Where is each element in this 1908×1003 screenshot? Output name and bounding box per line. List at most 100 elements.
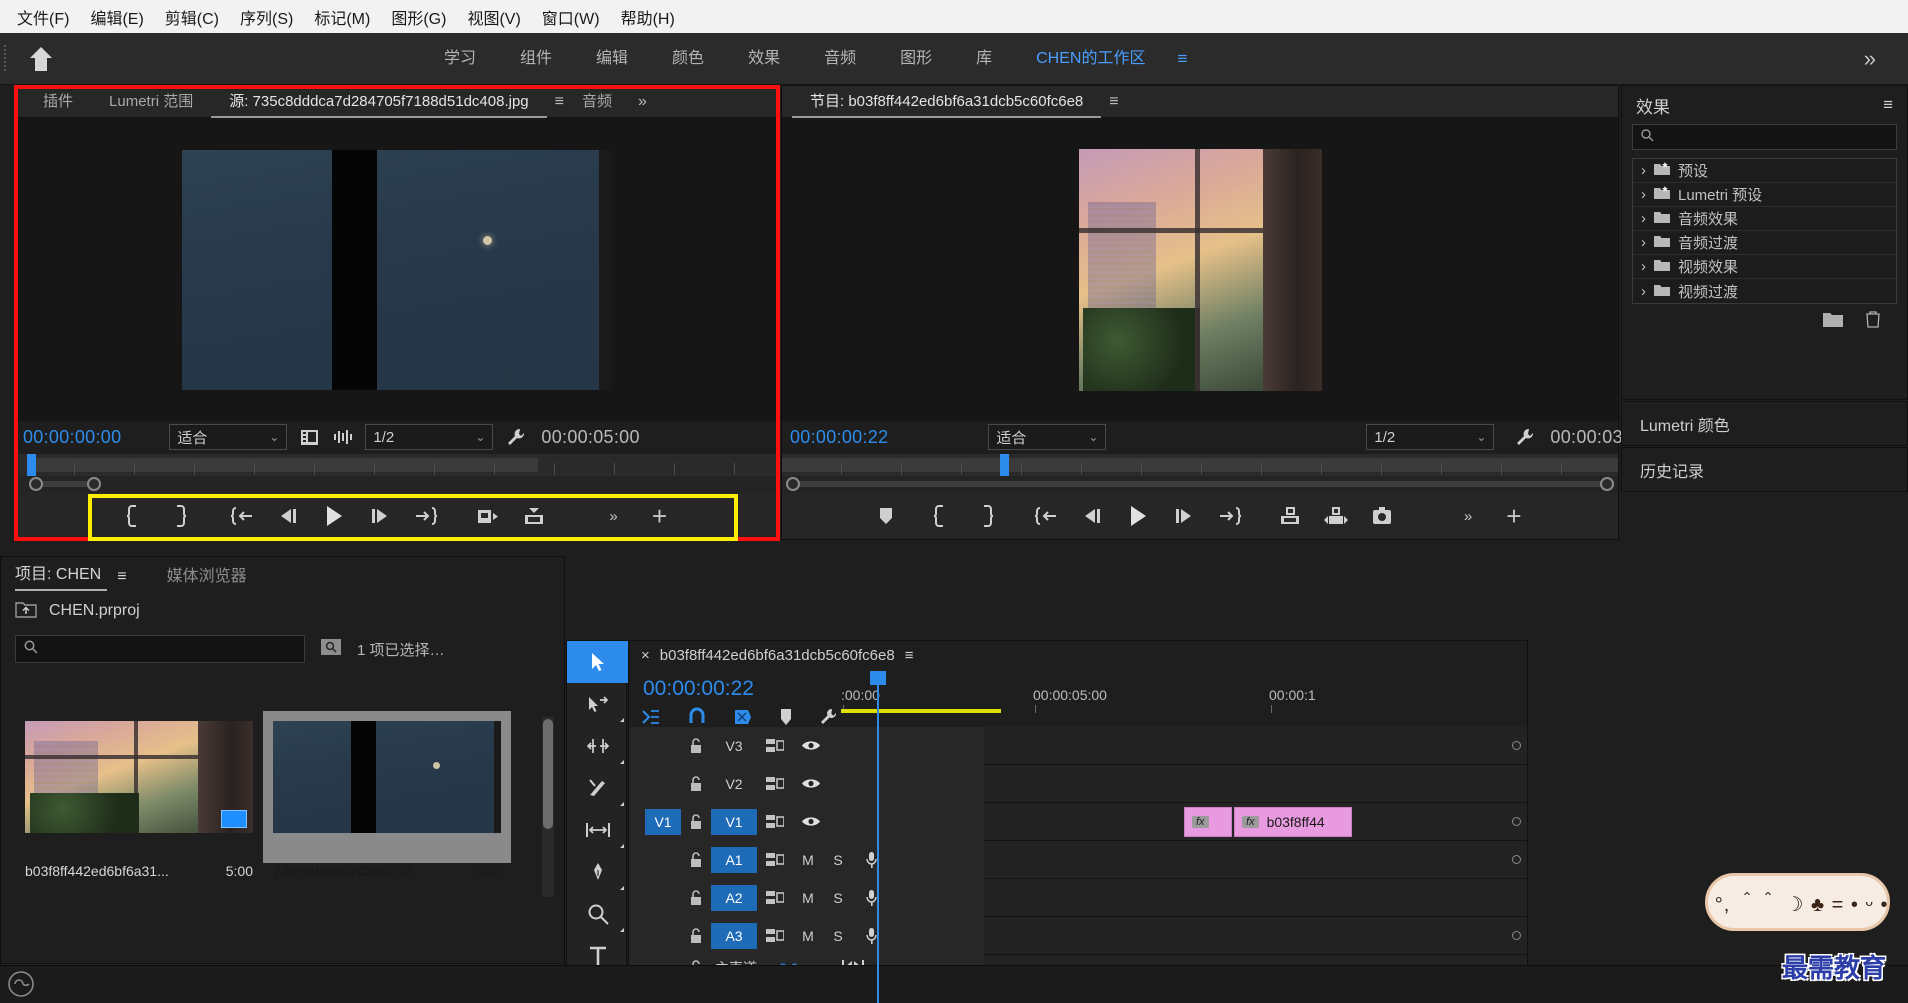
- track-content-v3[interactable]: [984, 727, 1527, 764]
- program-zoom-select[interactable]: 适合 ⌄: [988, 424, 1107, 450]
- chevron-right-icon[interactable]: ›: [1641, 283, 1646, 300]
- timeline-work-area-bar[interactable]: [841, 709, 1001, 713]
- eye-icon[interactable]: [793, 815, 829, 828]
- parent-folder-icon[interactable]: [15, 600, 37, 623]
- program-range-bar[interactable]: [782, 476, 1618, 493]
- eye-icon[interactable]: [793, 777, 829, 790]
- export-frame-icon[interactable]: [1370, 504, 1394, 528]
- menu-item-edit[interactable]: 编辑(E): [81, 2, 152, 32]
- timeline-current-time[interactable]: 00:00:00:22: [643, 677, 754, 701]
- timeline-sequence-name[interactable]: b03f8ff442ed6bf6a31dcb5c60fc6e8: [660, 647, 895, 664]
- playhead-handle[interactable]: [870, 671, 886, 685]
- step-back-icon[interactable]: [1080, 504, 1104, 528]
- mark-in-icon[interactable]: [928, 504, 952, 528]
- workspace-tab-color[interactable]: 颜色: [650, 33, 726, 85]
- program-resolution-select[interactable]: 1/2 ⌄: [1366, 424, 1495, 450]
- project-panel-menu-icon[interactable]: ≡: [107, 568, 132, 591]
- project-search-field[interactable]: [15, 635, 305, 663]
- track-name-a1[interactable]: A1: [711, 846, 757, 873]
- source-tabs-overflow-icon[interactable]: »: [638, 93, 647, 111]
- workspace-tab-graphics[interactable]: 图形: [878, 33, 954, 85]
- transport-add-button-icon[interactable]: +: [1502, 501, 1526, 531]
- workspace-tab-custom[interactable]: CHEN的工作区: [1014, 33, 1167, 85]
- menu-item-help[interactable]: 帮助(H): [612, 2, 684, 32]
- close-icon[interactable]: ×: [641, 647, 650, 664]
- chevron-right-icon[interactable]: ›: [1641, 162, 1646, 179]
- step-forward-icon[interactable]: [1172, 504, 1196, 528]
- effects-item-video-transitions[interactable]: › 视频过渡: [1633, 279, 1896, 303]
- timeline-ruler[interactable]: :00:00 00:00:05:00 00:00:1: [841, 677, 1487, 713]
- transport-add-button-icon[interactable]: +: [648, 501, 672, 531]
- ripple-edit-tool[interactable]: [567, 725, 628, 767]
- lumetri-color-panel[interactable]: Lumetri 颜色: [1621, 401, 1908, 446]
- filmstrip-icon[interactable]: [297, 425, 321, 449]
- settings-wrench-icon[interactable]: [503, 425, 527, 449]
- project-scrollbar[interactable]: [542, 717, 554, 897]
- delete-icon[interactable]: [1865, 310, 1881, 332]
- eye-icon[interactable]: [793, 739, 829, 752]
- program-scrubber[interactable]: [782, 454, 1618, 476]
- track-content-v1[interactable]: fx fx b03f8ff44: [984, 803, 1527, 840]
- track-handle[interactable]: [1512, 931, 1521, 940]
- settings-wrench-icon[interactable]: [1514, 425, 1534, 449]
- mic-icon[interactable]: [853, 889, 889, 907]
- menu-item-marker[interactable]: 标记(M): [305, 2, 379, 32]
- effects-menu-icon[interactable]: ≡: [1883, 95, 1893, 115]
- timeline-menu-icon[interactable]: ≡: [905, 647, 914, 664]
- new-folder-icon[interactable]: [1823, 311, 1843, 331]
- timeline-playhead[interactable]: [870, 671, 886, 1003]
- solo-button-a3[interactable]: S: [823, 928, 853, 944]
- lock-icon[interactable]: [681, 813, 711, 830]
- menu-item-clip[interactable]: 剪辑(C): [156, 2, 228, 32]
- mic-icon[interactable]: [853, 851, 889, 869]
- lock-icon[interactable]: [681, 927, 711, 944]
- mark-out-icon[interactable]: [168, 504, 192, 528]
- overwrite-icon[interactable]: [522, 504, 546, 528]
- solo-button-a1[interactable]: S: [823, 852, 853, 868]
- track-handle[interactable]: [1512, 817, 1521, 826]
- go-to-out-icon[interactable]: [414, 504, 438, 528]
- sync-lock-icon[interactable]: [757, 928, 793, 943]
- sync-lock-icon[interactable]: [757, 890, 793, 905]
- slip-tool[interactable]: [567, 809, 628, 851]
- project-search-input[interactable]: [38, 641, 296, 657]
- chevron-right-icon[interactable]: ›: [1641, 210, 1646, 227]
- tab-media-browser[interactable]: 媒体浏览器: [167, 562, 253, 591]
- effects-item-audio-effects[interactable]: › 音频效果: [1633, 207, 1896, 231]
- program-panel-menu-icon[interactable]: ≡: [1109, 93, 1118, 111]
- effects-item-lumetri-presets[interactable]: › Lumetri 预设: [1633, 183, 1896, 207]
- history-panel[interactable]: 历史记录: [1621, 447, 1908, 492]
- selection-tool[interactable]: [567, 641, 628, 683]
- tab-program[interactable]: 节目: b03f8ff442ed6bf6a31dcb5c60fc6e8: [792, 86, 1102, 118]
- solo-button-a2[interactable]: S: [823, 890, 853, 906]
- menu-item-graphics[interactable]: 图形(G): [382, 2, 455, 32]
- source-video-area[interactable]: [15, 118, 778, 421]
- search-input[interactable]: [1660, 129, 1888, 145]
- track-target-v1[interactable]: V1: [645, 808, 681, 835]
- source-range-left-handle[interactable]: [29, 477, 43, 491]
- hand-tool[interactable]: [567, 893, 628, 935]
- step-back-icon[interactable]: [276, 504, 300, 528]
- track-select-forward-tool[interactable]: [567, 683, 628, 725]
- track-name-a2[interactable]: A2: [711, 884, 757, 911]
- workspace-menu-icon[interactable]: ≡: [1177, 49, 1187, 69]
- lock-icon[interactable]: [681, 737, 711, 754]
- play-icon[interactable]: [1126, 504, 1150, 528]
- menu-item-sequence[interactable]: 序列(S): [231, 2, 302, 32]
- workspace-overflow-icon[interactable]: »: [1864, 46, 1876, 72]
- insert-icon[interactable]: [476, 504, 500, 528]
- track-target-a1[interactable]: [645, 847, 681, 873]
- mic-icon[interactable]: [853, 927, 889, 945]
- workspace-tab-learning[interactable]: 学习: [422, 33, 498, 85]
- tab-plugins[interactable]: 插件: [25, 86, 91, 118]
- tab-audio[interactable]: 音频: [564, 86, 630, 118]
- effects-item-audio-transitions[interactable]: › 音频过渡: [1633, 231, 1896, 255]
- source-resolution-select[interactable]: 1/2 ⌄: [365, 424, 494, 450]
- step-forward-icon[interactable]: [368, 504, 392, 528]
- menu-item-window[interactable]: 窗口(W): [533, 2, 609, 32]
- project-item[interactable]: b03f8ff442ed6bf6a31... 5:00: [15, 711, 263, 879]
- track-handle[interactable]: [1512, 855, 1521, 864]
- track-target-a3[interactable]: [645, 923, 681, 949]
- mute-button-a3[interactable]: M: [793, 928, 823, 944]
- home-icon[interactable]: [10, 45, 72, 73]
